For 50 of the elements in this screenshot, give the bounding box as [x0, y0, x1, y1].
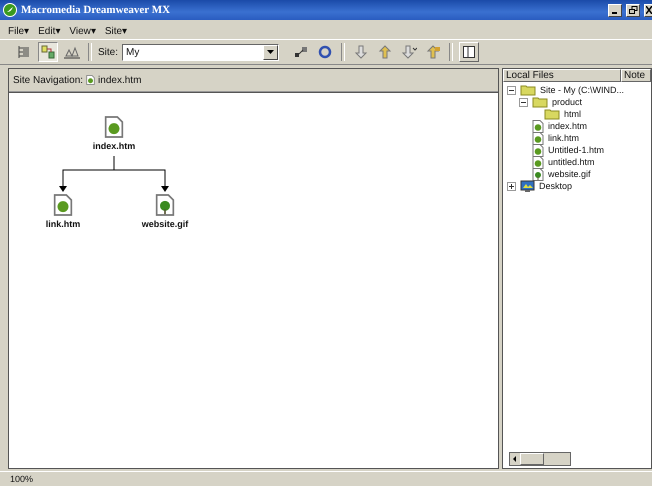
expand-panel-icon[interactable] [459, 42, 480, 62]
column-header[interactable]: Note [621, 69, 651, 82]
collapse-toggle[interactable] [507, 86, 516, 94]
menu-item[interactable]: File▾ [8, 24, 30, 36]
desktop-icon [520, 180, 535, 192]
tree-item[interactable]: product [552, 97, 582, 107]
site-map-icon[interactable] [38, 42, 58, 62]
navigation-label: Site Navigation: [13, 74, 84, 86]
tree-item[interactable]: Site - My (C:\WIND... [540, 85, 624, 95]
site-dropdown[interactable]: My [122, 44, 280, 60]
page-icon [532, 144, 544, 156]
app-logo-icon [3, 3, 17, 17]
column-header[interactable]: Local Files [503, 69, 621, 82]
menu-item[interactable]: Edit▾ [38, 24, 60, 36]
image-file-icon [532, 168, 544, 180]
page-icon [86, 75, 96, 85]
close-icon [646, 6, 652, 14]
menu-item[interactable]: View▾ [69, 24, 96, 36]
page-icon [53, 193, 73, 217]
collapse-toggle[interactable] [519, 98, 528, 106]
page-node[interactable]: link.htm [46, 219, 80, 229]
tree-item[interactable]: html [564, 109, 582, 119]
tree-item[interactable]: untitled.htm [548, 157, 595, 167]
close-button[interactable] [644, 4, 652, 16]
minimize-button[interactable] [608, 4, 622, 16]
zoom-level: 100% [10, 474, 34, 484]
current-page[interactable]: index.htm [98, 74, 142, 86]
site-label: Site: [98, 46, 118, 58]
folder-icon [544, 108, 560, 120]
page-icon [532, 132, 544, 144]
page-icon [104, 115, 124, 139]
page-icon [532, 156, 544, 168]
tree-item[interactable]: Desktop [539, 181, 572, 191]
page-node[interactable]: website.gif [142, 219, 188, 229]
tree-item[interactable]: Untitled-1.htm [548, 145, 604, 155]
folder-icon [532, 96, 548, 108]
tree-item[interactable]: index.htm [548, 121, 588, 131]
page-node[interactable]: index.htm [92, 141, 136, 151]
expand-toggle[interactable] [507, 182, 516, 190]
page-icon [532, 120, 544, 132]
dropdown-arrow-icon [267, 50, 274, 54]
scrollbar[interactable] [509, 452, 571, 466]
tree-item[interactable]: link.htm [548, 133, 580, 143]
restore-icon [628, 6, 638, 14]
tree-item[interactable]: website.gif [548, 169, 591, 179]
restore-button[interactable] [626, 4, 640, 16]
window-title: Macromedia Dreamweaver MX [21, 4, 170, 16]
folder-icon [520, 84, 536, 96]
image-file-icon [155, 193, 175, 217]
menu-item[interactable]: Site▾ [104, 24, 128, 36]
